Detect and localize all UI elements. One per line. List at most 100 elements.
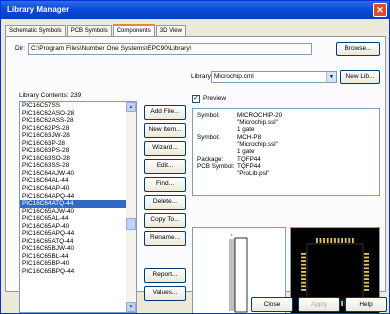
wizard-button[interactable]: Wizard...: [144, 141, 186, 156]
list-scrollbar[interactable]: ▲ ▼: [126, 102, 136, 312]
symbol1-lib: "Microchip.ssl": [237, 119, 278, 126]
scroll-down-icon[interactable]: ▼: [126, 302, 136, 312]
pcb-pad: [348, 238, 351, 243]
components-panel: Dir: C:\Program Files\Number One Systems…: [5, 36, 386, 313]
browse-button[interactable]: Browse...: [336, 42, 380, 56]
pcb-pad: [301, 278, 306, 280]
component-list[interactable]: PIC16C57SS PIC16C62ASO-28 PIC16C62ASS-28 PI…: [19, 101, 137, 313]
symbol1-gates: 1 gate: [237, 126, 255, 133]
pcb-pad: [301, 285, 306, 288]
list-item[interactable]: PIC16C63SS-28: [20, 162, 136, 170]
list-item[interactable]: PIC16C65ATQ-44: [20, 238, 136, 246]
delete-button[interactable]: Delete...: [144, 195, 186, 210]
list-item[interactable]: PIC16C62ASO-28: [20, 110, 136, 118]
library-contents-label: Library Contents: 239: [19, 92, 82, 99]
dir-field[interactable]: C:\Program Files\Number One Systems\EPC9…: [28, 43, 312, 55]
pcb-pad: [364, 253, 369, 255]
pcb-pad: [341, 301, 343, 306]
pcb-pad: [301, 271, 306, 273]
scroll-thumb[interactable]: [126, 218, 136, 230]
find-button[interactable]: Find...: [144, 177, 186, 192]
pcb-pad: [364, 260, 369, 262]
list-item[interactable]: PIC16C64AP-40: [20, 185, 136, 193]
pcb-pad: [301, 274, 306, 277]
list-item[interactable]: PIC16C63P-28: [20, 140, 136, 148]
pcb-pad: [337, 238, 340, 243]
copy-to-button[interactable]: Copy To...: [144, 213, 186, 228]
title-bar[interactable]: Library Manager ✕: [1, 1, 389, 19]
list-item[interactable]: PIC16C65BP-40: [20, 260, 136, 268]
pcb-pad: [364, 278, 369, 280]
symbol2-lib: "Microchip.ssl": [237, 141, 278, 148]
pcb-pad: [364, 281, 369, 284]
pcb-pad: [319, 238, 322, 243]
pcb-pad: [364, 289, 369, 291]
symbol2-gates: 1 gate: [237, 148, 255, 155]
list-item[interactable]: PIC16C64AL-44: [20, 177, 136, 185]
list-item[interactable]: PIC16C57SS: [20, 102, 136, 110]
list-item[interactable]: PIC16C65BJW-40: [20, 245, 136, 253]
list-item[interactable]: PIC16C65AL-44: [20, 215, 136, 223]
list-item[interactable]: PIC16C64AJW-40: [20, 170, 136, 178]
close-window-button[interactable]: ✕: [373, 3, 387, 17]
list-item[interactable]: PIC16C64APQ-44: [20, 193, 136, 201]
pcb-pad: [330, 238, 333, 243]
pcb-pad: [301, 289, 306, 291]
pcb-pad: [364, 267, 369, 270]
library-label: Library:: [191, 73, 213, 80]
new-lib-button[interactable]: New Lib...: [340, 70, 380, 84]
pcb-pad: [364, 263, 369, 266]
chevron-down-icon[interactable]: ▼: [326, 72, 336, 82]
pcb-pad: [301, 267, 306, 270]
list-item[interactable]: PIC16C64ATQ-44: [20, 200, 136, 208]
list-item[interactable]: PIC16C65AP-40: [20, 223, 136, 231]
pcb-pad: [301, 281, 306, 284]
pcb-pad: [301, 253, 306, 255]
library-contents-count: 239: [70, 92, 82, 99]
window-title: Library Manager: [7, 5, 70, 14]
list-item[interactable]: PIC16C65BPQ-44: [20, 268, 136, 276]
close-button[interactable]: Close: [251, 297, 293, 312]
list-item[interactable]: PIC16C65BL-44: [20, 253, 136, 261]
library-manager-window: Library Manager ✕ Schematic Symbols PCB …: [0, 0, 390, 314]
pcb-pad: [334, 238, 336, 243]
preview-checkbox[interactable]: ✓: [192, 95, 200, 103]
pcb-pad: [326, 238, 329, 243]
list-item[interactable]: PIC16C63JW-28: [20, 132, 136, 140]
symbol2-key: Symbol:: [197, 134, 220, 141]
new-item-button[interactable]: New Item...: [144, 123, 186, 138]
pcb-pad: [364, 285, 369, 288]
library-select[interactable]: Microchip.cml ▼: [211, 71, 337, 83]
pcb-symbol-key: PCB Symbol:: [197, 163, 235, 170]
pcb-pad: [301, 260, 306, 262]
report-button[interactable]: Report...: [144, 268, 186, 283]
pcb-symbol-lib: "ProLib.psl": [237, 170, 270, 177]
rename-button[interactable]: Rename...: [144, 231, 186, 246]
values-button[interactable]: Values...: [144, 286, 186, 301]
list-item[interactable]: PIC16C65AJW-40: [20, 208, 136, 216]
help-button[interactable]: Help: [345, 297, 387, 312]
list-item[interactable]: PIC16C62ASS-28: [20, 117, 136, 125]
preview-details: Symbol: MICROCHIP-20 "Microchip.ssl" 1 g…: [192, 108, 380, 196]
list-item[interactable]: PIC16C63PS-28: [20, 147, 136, 155]
add-file-button[interactable]: Add File...: [144, 105, 186, 120]
package-value: TQFP44: [237, 156, 261, 163]
pcb-pad: [364, 274, 369, 277]
pcb-pad: [364, 271, 369, 273]
edit-button[interactable]: Edit...: [144, 159, 186, 174]
symbol2-name: MCH-P8: [237, 134, 262, 141]
pcb-pad: [344, 238, 347, 243]
list-item[interactable]: PIC16C62PS-28: [20, 125, 136, 133]
pcb-pad: [341, 238, 343, 243]
scroll-up-icon[interactable]: ▲: [126, 102, 136, 112]
pcb-pad: [352, 238, 354, 243]
dir-label: Dir:: [15, 45, 26, 52]
list-item[interactable]: PIC16C65APQ-44: [20, 230, 136, 238]
svg-text:•: •: [231, 232, 233, 237]
list-item[interactable]: PIC16C63SO-28: [20, 155, 136, 163]
component-list-items: PIC16C57SS PIC16C62ASO-28 PIC16C62ASS-28 PI…: [20, 102, 136, 276]
apply-button[interactable]: Apply: [298, 297, 340, 312]
pcb-pad: [364, 256, 369, 259]
pcb-pad: [301, 256, 306, 259]
symbol1-key: Symbol:: [197, 112, 220, 119]
